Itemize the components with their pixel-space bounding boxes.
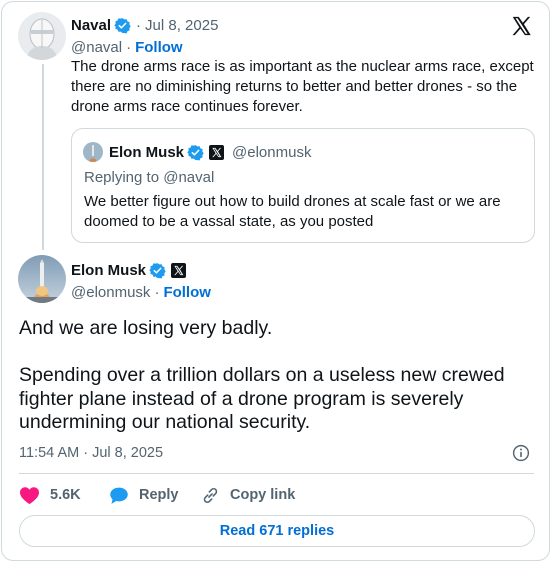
heart-icon [20,486,39,504]
x-org-badge-icon [171,262,187,278]
verified-badge-icon [114,17,131,34]
main-tweet-paragraph: Spending over a trillion dollars on a us… [19,364,505,433]
avatar-naval[interactable] [18,12,66,60]
x-logo-icon[interactable] [510,15,532,37]
verified-badge-icon [149,262,166,279]
avatar-elon-small [83,142,103,162]
author-handle[interactable]: @elonmusk [71,284,150,301]
follow-separator: · [154,283,160,301]
copy-link-button[interactable]: Copy link [201,485,295,505]
like-count: 5.6K [50,487,81,503]
x-org-badge-icon [209,144,225,160]
main-tweet-paragraph: And we are losing very badly. [19,317,273,339]
reply-button[interactable]: Reply [109,485,179,505]
copy-link-label: Copy link [230,487,296,503]
quoted-author-handle: @elonmusk [232,143,312,161]
parent-tweet-date[interactable]: Jul 8, 2025 [145,17,218,34]
author-handle[interactable]: @naval [71,39,122,56]
parent-tweet-text: The drone arms race is as important as t… [71,58,534,115]
replying-to: Replying to @naval [84,169,215,186]
speech-bubble-icon [110,487,128,504]
author-name[interactable]: Naval [71,17,111,34]
date-separator: · [136,16,142,34]
main-tweet-handle-row: @elonmusk · Follow [71,282,211,302]
follow-separator: · [126,38,132,56]
follow-button[interactable]: Follow [135,39,183,56]
tweet-timestamp[interactable]: 11:54 AM · Jul 8, 2025 [19,445,163,461]
link-icon [203,487,218,503]
follow-button[interactable]: Follow [163,284,211,301]
main-tweet-header: Elon Musk [71,260,187,280]
parent-tweet-handle-row: @naval · Follow [71,37,183,57]
quoted-tweet-text: We better figure out how to build drones… [84,193,501,230]
verified-badge-icon [187,144,204,161]
divider [19,473,534,474]
thread-connector-line [42,64,44,250]
parent-tweet-header: Naval · Jul 8, 2025 [71,15,218,35]
reply-label: Reply [139,487,179,503]
main-tweet-text: And we are losing very badly. Spending o… [19,317,539,435]
avatar-elon-musk[interactable] [18,255,66,303]
author-name[interactable]: Elon Musk [71,262,146,279]
like-button[interactable]: 5.6K [19,485,81,505]
tweet-embed-card: Naval · Jul 8, 2025 @naval · Follow The … [1,1,550,561]
info-icon[interactable] [512,444,530,462]
quoted-author-name: Elon Musk [109,143,185,161]
quoted-tweet[interactable]: Elon Musk @elonmusk Replying to @naval W… [71,128,535,243]
read-replies-button[interactable]: Read 671 replies [19,515,535,547]
quoted-tweet-header: Elon Musk @elonmusk [109,142,311,162]
